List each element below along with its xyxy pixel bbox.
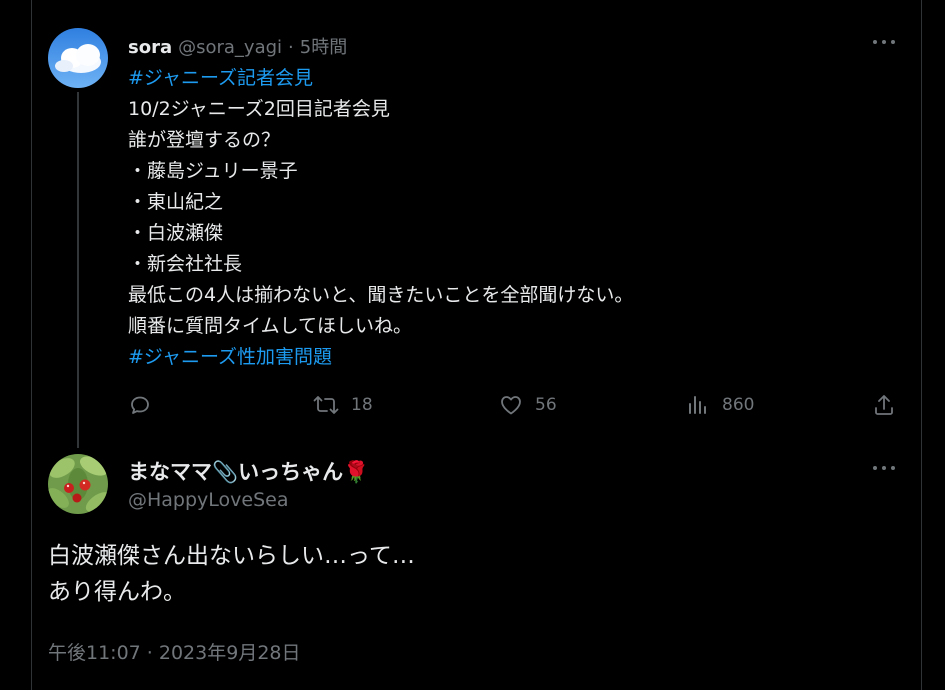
tweet-text: #ジャニーズ記者会見 10/2ジャニーズ2回目記者会見 誰が登壇するの？ ・藤島… (128, 63, 888, 373)
retweet-button[interactable]: 18 (313, 388, 373, 422)
tweet-actions-bar: 18 56 860 (128, 388, 898, 422)
tweet-text-line: ・新会社社長 (128, 253, 243, 275)
like-count: 56 (535, 395, 557, 415)
reply-handle-row: @HappyLoveSea (128, 489, 289, 511)
reply-header: まなママ📎いっちゃん🌹 (128, 456, 369, 486)
tweet-text-line: 最低この4人は揃わないと、聞きたいことを全部聞けない。 (128, 284, 634, 306)
separator-dot: · (288, 37, 294, 58)
tweet-text-line: 誰が登壇するの？ (128, 129, 281, 151)
hashtag-link[interactable]: #ジャニーズ性加害問題 (128, 342, 888, 373)
reply-icon (131, 396, 149, 414)
reply-text-line: 白波瀬傑さん出ないらしい…って… (48, 543, 415, 569)
tweet-text-line: ・白波瀬傑 (128, 222, 224, 244)
display-name[interactable]: まなママ📎いっちゃん🌹 (128, 456, 369, 486)
avatar-happylovesea[interactable] (48, 454, 108, 514)
more-options-icon[interactable] (873, 34, 895, 50)
tweet-text-line: ・東山紀之 (128, 191, 224, 213)
column-border-left (31, 0, 32, 690)
tweet-timestamp[interactable]: 午後11:07 · 2023年9月28日 (48, 638, 301, 665)
heart-icon (501, 396, 521, 415)
reply-button[interactable] (128, 388, 152, 422)
tweet-header: sora @sora_yagi · 5時間 (128, 33, 347, 59)
thread-connector-line (77, 92, 79, 448)
retweet-icon (313, 396, 339, 414)
column-border-right (921, 0, 922, 690)
more-options-icon[interactable] (873, 460, 895, 476)
like-button[interactable]: 56 (499, 388, 557, 422)
share-icon (875, 395, 893, 415)
view-count: 860 (722, 395, 755, 415)
display-name[interactable]: sora (128, 37, 172, 58)
reply-text: 白波瀬傑さん出ないらしい…って… あり得んわ。 (48, 538, 415, 610)
hashtag-link[interactable]: #ジャニーズ記者会見 (128, 63, 888, 94)
user-handle[interactable]: @sora_yagi (178, 37, 282, 58)
tweet-text-line: ・藤島ジュリー景子 (128, 160, 298, 182)
share-button[interactable] (872, 388, 896, 422)
tweet-text-line: 順番に質問タイムしてほしいね。 (128, 315, 413, 337)
tweet-text-line: 10/2ジャニーズ2回目記者会見 (128, 98, 390, 120)
views-button[interactable]: 860 (686, 388, 754, 422)
retweet-count: 18 (351, 395, 373, 415)
views-chart-icon (689, 396, 706, 414)
reply-text-line: あり得んわ。 (48, 579, 186, 605)
tweet-time[interactable]: 5時間 (300, 33, 347, 59)
avatar-sora[interactable] (48, 28, 108, 88)
user-handle[interactable]: @HappyLoveSea (128, 489, 289, 511)
